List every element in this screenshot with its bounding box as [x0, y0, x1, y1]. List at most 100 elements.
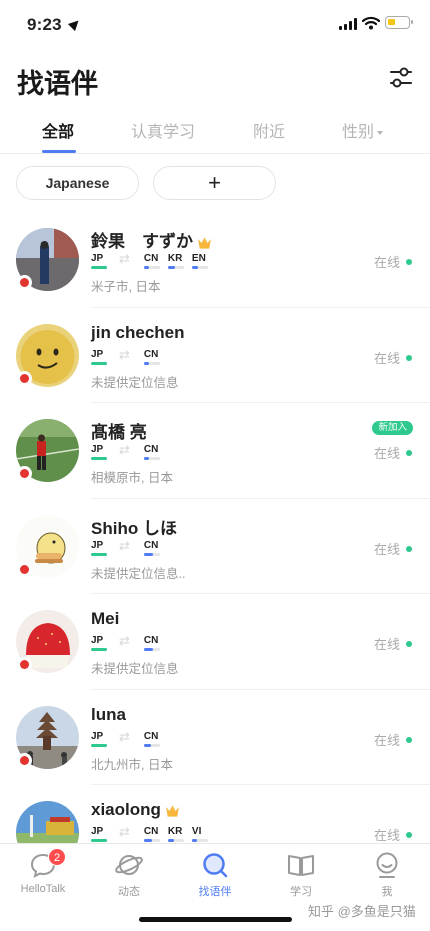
learning-language-code: CN: [143, 253, 159, 264]
level-fill: [91, 552, 107, 556]
nav-find-partner[interactable]: 找语伴: [172, 850, 258, 899]
user-name: Shiho しほ: [91, 518, 177, 538]
language-levels: JP ⇄ CN: [91, 442, 168, 460]
language-filter-chip[interactable]: Japanese: [16, 166, 139, 200]
online-status: 在线: [374, 730, 412, 749]
book-icon: [286, 850, 316, 880]
user-name: 髙橋 亮: [91, 423, 147, 442]
level-bar: [191, 266, 208, 269]
learning-language-code: CN: [143, 348, 159, 360]
filter-settings-icon[interactable]: [385, 64, 417, 92]
learning-language: KR: [167, 253, 184, 269]
planet-icon: [114, 850, 144, 880]
online-status: 在线: [374, 252, 412, 271]
level-fill: [191, 839, 197, 842]
wifi-icon: [362, 16, 380, 30]
home-indicator[interactable]: [139, 917, 292, 922]
list-item[interactable]: jin chechen JP ⇄ CN 未提供定位信息 在线: [0, 308, 430, 403]
learning-language-code: CN: [143, 826, 159, 837]
battery-icon: [385, 16, 413, 29]
add-language-button[interactable]: +: [153, 166, 276, 200]
online-status: 在线: [374, 539, 412, 558]
online-status: 在线: [374, 443, 412, 462]
native-language: JP: [91, 826, 107, 842]
partner-list: 鈴果 すずか JP ⇄ CN KR EN 米子市, 日本 在线 jin chec…: [0, 212, 430, 881]
learning-language-code: VI: [191, 826, 202, 837]
level-bar: [91, 457, 107, 460]
list-item[interactable]: 鈴果 すずか JP ⇄ CN KR EN 米子市, 日本 在线: [0, 212, 430, 308]
language-levels: JP ⇄ CN: [91, 346, 168, 365]
watermark-text: 知乎 @多鱼是只猫: [308, 904, 416, 919]
list-item[interactable]: Shiho しほ JP ⇄ CN 未提供定位信息.. 在线: [0, 499, 430, 594]
level-fill: [167, 266, 175, 269]
learning-language-code: EN: [191, 253, 206, 264]
user-name-text: 鈴果 すずか: [91, 232, 193, 251]
language-levels: JP ⇄ CN KR VI: [91, 824, 216, 842]
search-icon: [200, 850, 230, 880]
list-item[interactable]: luna JP ⇄ CN 北九州市, 日本 在线: [0, 690, 430, 785]
level-fill: [143, 648, 153, 651]
user-location: 未提供定位信息: [91, 375, 179, 390]
nav-moments[interactable]: 动态: [86, 850, 172, 899]
nav-learn[interactable]: 学习: [258, 850, 344, 899]
level-bar: [143, 457, 160, 460]
level-bar: [143, 266, 160, 269]
native-language-code: JP: [91, 348, 104, 360]
level-fill: [91, 839, 107, 842]
list-item[interactable]: Mei JP ⇄ CN 未提供定位信息 在线: [0, 594, 430, 690]
native-language: JP: [91, 253, 107, 269]
presence-dot: [17, 657, 32, 672]
level-bar: [143, 648, 160, 651]
native-language-code: JP: [91, 444, 104, 455]
level-bar: [191, 839, 208, 842]
user-name: 鈴果 すずか: [91, 227, 212, 252]
exchange-arrows-icon: ⇄: [119, 442, 130, 457]
presence-dot: [17, 370, 32, 386]
tab-serious-learning[interactable]: 认真学习: [131, 118, 195, 142]
native-language-code: JP: [91, 730, 104, 742]
level-bar: [91, 266, 107, 269]
native-language: JP: [91, 635, 107, 651]
level-fill: [143, 552, 153, 556]
user-name-text: xiaolong: [91, 800, 161, 819]
learning-language: VI: [191, 826, 208, 842]
user-name: jin chechen: [91, 322, 185, 342]
caret-down-icon: [377, 130, 384, 135]
list-item[interactable]: 髙橋 亮 新加入 JP ⇄ CN 相模原市, 日本 在线: [0, 403, 430, 499]
tab-nearby[interactable]: 附近: [253, 118, 285, 142]
learning-language: CN: [143, 635, 160, 651]
learning-language: CN: [143, 348, 160, 365]
level-fill: [143, 361, 149, 365]
level-fill: [143, 743, 151, 747]
status-bar: 9:23: [0, 0, 430, 50]
level-fill: [167, 839, 174, 842]
notification-badge: 2: [48, 848, 66, 866]
nav-label: 动态: [118, 886, 140, 898]
exchange-arrows-icon: ⇄: [119, 346, 130, 362]
nav-me[interactable]: 我: [344, 850, 430, 899]
nav-label: 我: [381, 886, 393, 898]
native-language-code: JP: [91, 826, 104, 837]
learning-language: CN: [143, 444, 160, 460]
level-bar: [91, 743, 107, 747]
level-bar: [143, 552, 160, 556]
native-language: JP: [91, 348, 107, 365]
learning-language-code: CN: [143, 635, 159, 646]
user-location: 未提供定位信息: [91, 662, 179, 676]
tab-bar: 全部 认真学习 附近 性别: [0, 112, 430, 154]
presence-dot: [17, 275, 32, 290]
location-arrow-icon: [67, 16, 83, 32]
nav-hellotalk[interactable]: 2 HelloTalk: [0, 848, 86, 895]
tab-gender[interactable]: 性别: [342, 118, 384, 142]
nav-label: 学习: [290, 886, 312, 898]
language-levels: JP ⇄ CN KR EN: [91, 251, 216, 269]
page-title: 找语伴: [17, 69, 98, 99]
learning-language: CN: [143, 540, 160, 556]
native-language-code: JP: [91, 635, 104, 646]
vip-crown-icon: [165, 805, 179, 817]
level-fill: [91, 266, 107, 269]
level-fill: [143, 839, 152, 842]
tab-all[interactable]: 全部: [42, 118, 74, 142]
learning-language-code: KR: [167, 253, 183, 264]
level-bar: [143, 361, 160, 365]
